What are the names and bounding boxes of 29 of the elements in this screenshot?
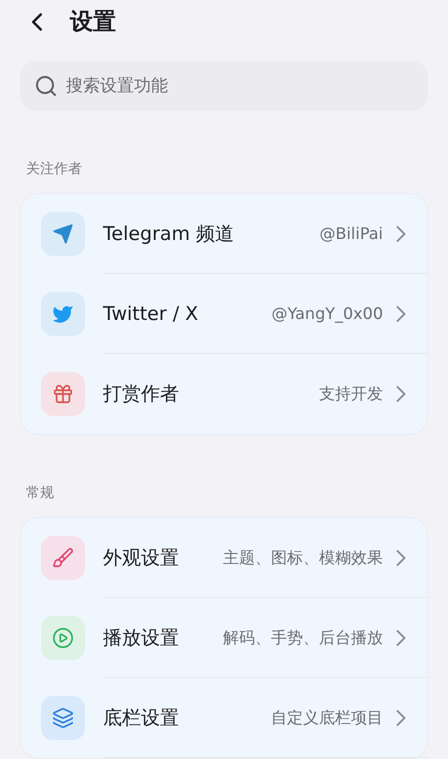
item-value: @YangY_0x00 [270,303,383,325]
settings-item[interactable]: 外观设置 主题、图标、模糊效果 [21,518,427,598]
item-title: 打赏作者 [103,382,179,407]
gift-icon [41,372,85,416]
section-title: 常规 [25,484,55,503]
item-value: @BiliPai [318,223,383,245]
item-value: 自定义底栏项目 [270,707,383,729]
bird-icon [41,292,85,336]
item-title: 底栏设置 [103,706,179,731]
item-title: 播放设置 [103,626,179,651]
item-value: 解码、手势、后台播放 [222,627,383,649]
settings-item[interactable]: 打赏作者 支持开发 [21,354,427,434]
settings-item[interactable]: 底栏设置 自定义底栏项目 [21,678,427,758]
item-title: 外观设置 [103,546,179,571]
section-title: 关注作者 [25,160,83,179]
paper-plane-icon [41,212,85,256]
page-title: 设置 [70,8,116,37]
search-field[interactable]: 搜索设置功能 [20,61,428,111]
settings-item[interactable]: Telegram 频道 @BiliPai [21,194,427,274]
item-title: Telegram 频道 [103,222,234,247]
settings-item[interactable]: 播放设置 解码、手势、后台播放 [21,598,427,678]
layers-icon [41,696,85,740]
search-icon [34,74,58,98]
item-value: 支持开发 [318,383,383,405]
play-icon [41,616,85,660]
item-value: 主题、图标、模糊效果 [222,547,383,569]
settings-item[interactable]: Twitter / X @YangY_0x00 [21,274,427,354]
item-title: Twitter / X [103,302,198,327]
brush-icon [41,536,85,580]
